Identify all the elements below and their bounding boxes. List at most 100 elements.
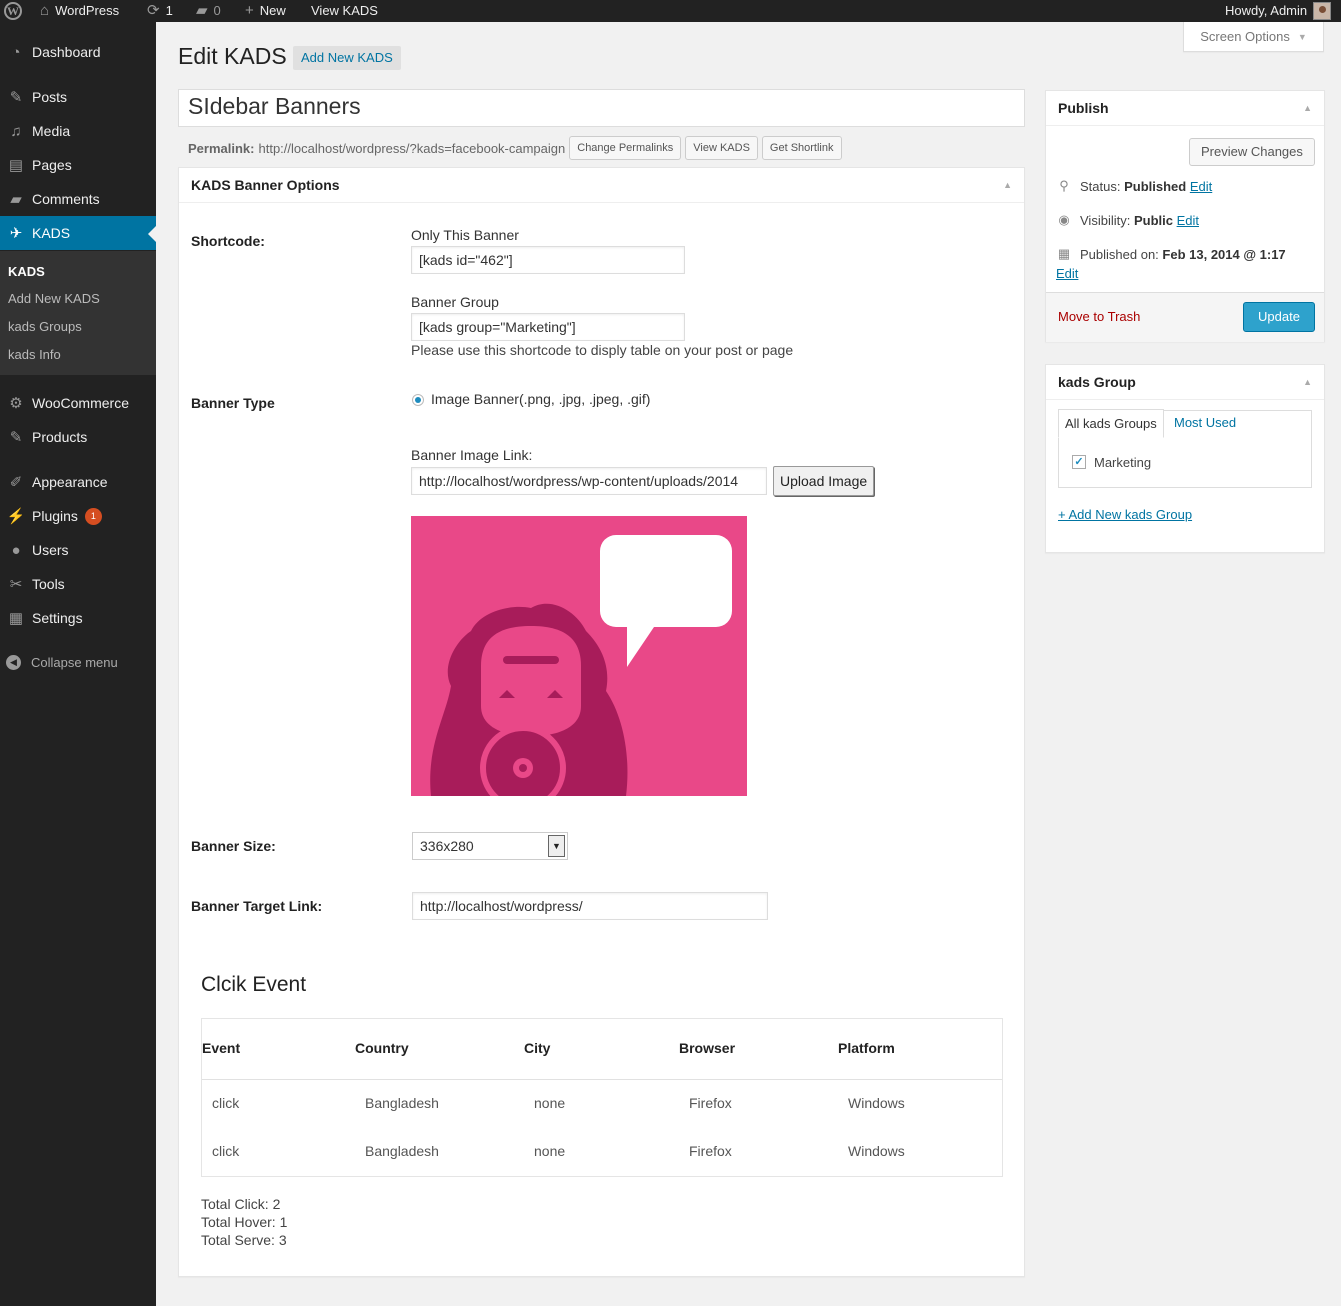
collapse-arrow-icon[interactable]: ▲ bbox=[1303, 377, 1312, 387]
tab-most-used[interactable]: Most Used bbox=[1174, 415, 1236, 430]
submenu-add-new-kads[interactable]: Add New KADS bbox=[8, 291, 100, 306]
group-box-header[interactable]: kads Group ▲ bbox=[1046, 365, 1324, 400]
sidebar-item-settings[interactable]: ▦ Settings bbox=[0, 601, 156, 635]
wordpress-logo-icon[interactable]: W bbox=[4, 0, 22, 22]
banner-size-select[interactable]: 336x280 ▼ bbox=[412, 832, 568, 860]
new-content-link[interactable]: + New bbox=[245, 0, 286, 22]
sidebar-item-products[interactable]: ✎ Products bbox=[0, 420, 156, 454]
admin-bar: W ⌂ WordPress ⟳ 1 ▰ 0 + New View KADS Howdy,… bbox=[0, 0, 1341, 22]
megaphone-icon: ✈ bbox=[9, 225, 23, 242]
calendar-icon: ▦ bbox=[1057, 246, 1071, 261]
collapse-menu-button[interactable]: ◀ Collapse menu bbox=[0, 645, 156, 679]
account-menu[interactable]: Howdy, Admin bbox=[1225, 0, 1332, 22]
table-cell: Firefox bbox=[689, 1095, 732, 1111]
plug-icon: ⚡ bbox=[6, 508, 26, 525]
table-header-platform: Platform bbox=[838, 1040, 895, 1056]
submenu-kads-groups[interactable]: kads Groups bbox=[8, 319, 82, 334]
click-event-table: Event Country City Browser Platform clic… bbox=[201, 1018, 1003, 1177]
refresh-icon: ⟳ bbox=[147, 2, 160, 19]
status-row: ⚲ Status: Published Edit bbox=[1056, 178, 1212, 194]
view-kads-button[interactable]: View KADS bbox=[685, 136, 758, 160]
banner-image-link-input[interactable]: http://localhost/wordpress/wp-content/up… bbox=[411, 467, 767, 495]
wheel-center bbox=[519, 764, 527, 772]
update-button[interactable]: Update bbox=[1243, 302, 1315, 332]
banner-group-label: Banner Group bbox=[411, 294, 499, 310]
upload-image-button[interactable]: Upload Image bbox=[773, 466, 875, 496]
avatar bbox=[1313, 2, 1332, 20]
edit-visibility-link[interactable]: Edit bbox=[1177, 213, 1199, 228]
admin-menu: ◔ Dashboard ✎ Posts ♫ Media ▤ Pages ▰ Comment… bbox=[0, 22, 156, 1306]
collapse-arrow-icon: ◀ bbox=[6, 654, 21, 670]
click-event-title: Clcik Event bbox=[201, 973, 307, 996]
publish-actions: Move to Trash Update bbox=[1046, 292, 1324, 342]
visibility-row: ◉ Visibility: Public Edit bbox=[1056, 212, 1199, 228]
marketing-checkbox[interactable]: ✓ bbox=[1072, 455, 1086, 469]
add-new-kads-button[interactable]: Add New KADS bbox=[293, 46, 401, 70]
preview-changes-button[interactable]: Preview Changes bbox=[1189, 138, 1315, 166]
publish-box-header[interactable]: Publish ▲ bbox=[1046, 91, 1324, 126]
edit-status-link[interactable]: Edit bbox=[1190, 179, 1212, 194]
sidebar-item-plugins[interactable]: ⚡ Plugins 1 bbox=[0, 499, 156, 533]
site-name-link[interactable]: ⌂ WordPress bbox=[40, 0, 119, 22]
sidebar-item-kads[interactable]: ✈ KADS bbox=[0, 216, 156, 250]
table-cell: Bangladesh bbox=[365, 1143, 439, 1159]
wrench-icon: ✂ bbox=[9, 576, 23, 593]
monster-brow bbox=[503, 656, 559, 664]
banner-type-label: Banner Type bbox=[191, 395, 275, 411]
collapse-arrow-icon[interactable]: ▲ bbox=[1303, 103, 1312, 113]
home-icon: ⌂ bbox=[40, 2, 50, 19]
pin-icon: ⚲ bbox=[1059, 178, 1069, 193]
permalink-row: Permalink: http://localhost/wordpress/?k… bbox=[188, 136, 842, 160]
sidebar-item-tools[interactable]: ✂ Tools bbox=[0, 567, 156, 601]
screen-options-toggle[interactable]: Screen Options ▼ bbox=[1183, 22, 1324, 52]
sidebar-item-pages[interactable]: ▤ Pages bbox=[0, 148, 156, 182]
submenu-kads-info[interactable]: kads Info bbox=[8, 347, 61, 362]
settings-icon: ▦ bbox=[8, 610, 24, 627]
banner-image-link-label: Banner Image Link: bbox=[411, 447, 533, 463]
permalink-url[interactable]: http://localhost/wordpress/?kads=faceboo… bbox=[258, 141, 565, 156]
gear-icon: ⚙ bbox=[9, 395, 23, 412]
total-click-text: Total Click: 2 bbox=[201, 1196, 281, 1212]
sidebar-item-appearance[interactable]: ✐ Appearance bbox=[0, 465, 156, 499]
table-cell: Bangladesh bbox=[365, 1095, 439, 1111]
collapse-arrow-icon[interactable]: ▲ bbox=[1003, 180, 1012, 190]
table-header-event: Event bbox=[202, 1040, 241, 1056]
plus-icon: + bbox=[245, 2, 254, 19]
submenu-kads[interactable]: KADS bbox=[8, 264, 45, 279]
post-title-input[interactable]: SIdebar Banners bbox=[178, 89, 1025, 127]
sidebar-item-woocommerce[interactable]: ⚙ WooCommerce bbox=[0, 386, 156, 420]
move-to-trash-link[interactable]: Move to Trash bbox=[1058, 309, 1140, 324]
get-shortlink-button[interactable]: Get Shortlink bbox=[761, 136, 842, 160]
table-header-city: City bbox=[524, 1040, 551, 1056]
comments-link[interactable]: ▰ 0 bbox=[196, 0, 221, 22]
sidebar-item-comments[interactable]: ▰ Comments bbox=[0, 182, 156, 216]
sidebar-item-dashboard[interactable]: ◔ Dashboard bbox=[0, 35, 156, 69]
banner-size-label: Banner Size: bbox=[191, 838, 276, 854]
add-new-kads-group-link[interactable]: + Add New kads Group bbox=[1058, 507, 1192, 522]
publish-box: Publish ▲ Preview Changes ⚲ Status: Publ… bbox=[1045, 90, 1325, 342]
banner-target-link-input[interactable]: http://localhost/wordpress/ bbox=[412, 892, 768, 920]
kads-banner-options-box: KADS Banner Options ▲ Shortcode: Only Th… bbox=[178, 167, 1025, 1277]
tab-all-kads-groups[interactable]: All kads Groups bbox=[1058, 409, 1164, 438]
change-permalinks-button[interactable]: Change Permalinks bbox=[569, 136, 682, 160]
only-banner-shortcode-input[interactable]: [kads id="462"] bbox=[411, 246, 685, 274]
updates-link[interactable]: ⟳ 1 bbox=[147, 0, 173, 22]
pages-icon: ▤ bbox=[8, 157, 24, 174]
view-kads-link[interactable]: View KADS bbox=[311, 0, 378, 22]
pin-icon: ✎ bbox=[9, 429, 23, 446]
table-divider bbox=[202, 1079, 1002, 1080]
brush-icon: ✐ bbox=[9, 474, 23, 491]
total-serve-text: Total Serve: 3 bbox=[201, 1232, 287, 1248]
kads-group-box: kads Group ▲ All kads Groups Most Used ✓… bbox=[1045, 364, 1325, 553]
chevron-down-icon: ▼ bbox=[548, 835, 565, 857]
edit-date-link[interactable]: Edit bbox=[1056, 266, 1078, 281]
shortcode-help-text: Please use this shortcode to disply tabl… bbox=[411, 342, 794, 358]
image-banner-radio[interactable] bbox=[412, 394, 424, 406]
sidebar-item-posts[interactable]: ✎ Posts bbox=[0, 80, 156, 114]
options-box-header[interactable]: KADS Banner Options ▲ bbox=[179, 168, 1024, 203]
image-banner-option-label: Image Banner(.png, .jpg, .jpeg, .gif) bbox=[431, 391, 651, 407]
eye-icon: ◉ bbox=[1058, 212, 1070, 227]
sidebar-item-users[interactable]: ● Users bbox=[0, 533, 156, 567]
banner-group-shortcode-input[interactable]: [kads group="Marketing"] bbox=[411, 313, 685, 341]
sidebar-item-media[interactable]: ♫ Media bbox=[0, 114, 156, 148]
